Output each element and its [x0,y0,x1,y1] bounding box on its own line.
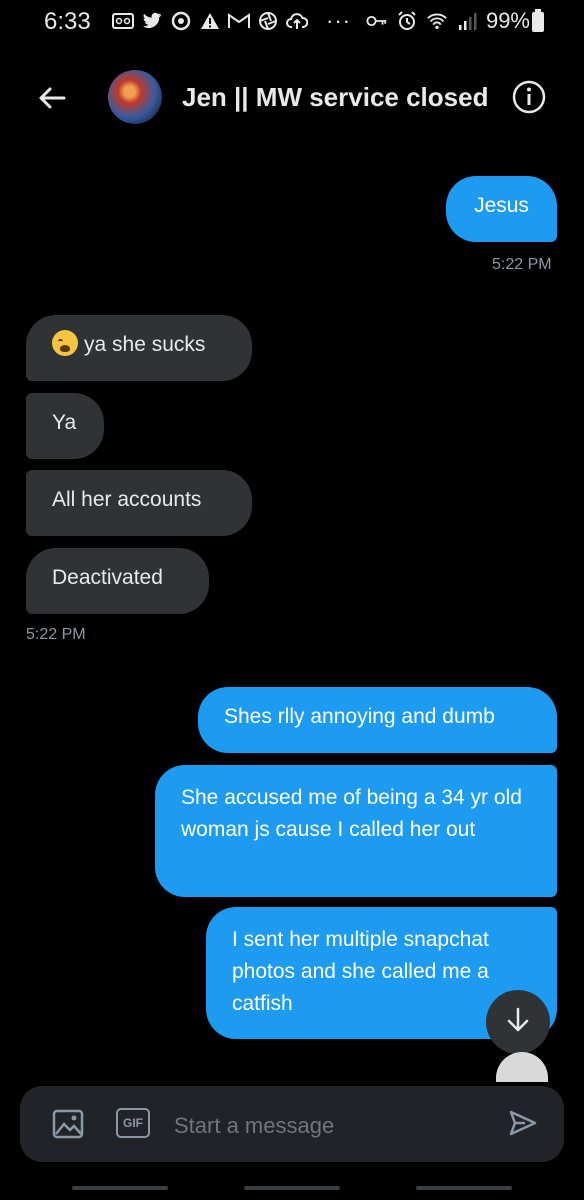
message-text: I sent her multiple snapchat photos and … [232,928,489,1015]
message-composer: GIF [20,1086,564,1162]
message-text: Deactivated [52,566,163,589]
conversation-title[interactable]: Jen || MW service closed [182,82,488,113]
message-bubble-outgoing[interactable]: Shes rlly annoying and dumb [198,687,557,753]
partial-avatar [496,1052,548,1082]
notification-icons [112,10,308,32]
more-notifications-icon: ··· [326,8,351,33]
message-text: She accused me of being a 34 yr old woma… [181,786,522,841]
message-bubble-incoming[interactable]: Ya [26,393,104,459]
message-text: Jesus [474,194,529,217]
message-text: ya she sucks [84,333,206,356]
wifi-icon [426,10,448,32]
gif-icon[interactable]: GIF [116,1108,150,1138]
alert-icon [199,10,221,32]
system-nav-bar [0,1180,584,1200]
nav-recents[interactable] [72,1186,168,1190]
alarm-icon [396,10,418,32]
status-time: 6:33 [44,8,91,35]
send-icon[interactable] [508,1108,540,1140]
message-text: All her accounts [52,488,202,511]
arrow-left-icon[interactable] [36,82,68,114]
battery-percent: 99% [485,8,530,33]
signal-icon [456,10,478,32]
message-bubble-incoming[interactable]: Deactivated [26,548,209,614]
voicemail-icon [112,10,134,32]
image-icon[interactable] [52,1108,84,1140]
scroll-to-bottom-button[interactable] [486,990,550,1054]
nav-back[interactable] [416,1186,512,1190]
message-timestamp: 5:22 PM [26,626,86,643]
nav-home[interactable] [244,1186,340,1190]
message-bubble-incoming[interactable]: ya she sucks [26,315,252,381]
message-bubble-incoming[interactable]: All her accounts [26,470,252,536]
key-icon [366,10,388,32]
message-input[interactable] [172,1106,486,1146]
message-timestamp: 5:22 PM [492,256,552,273]
upload-icon [286,10,308,32]
twitter-icon [141,10,163,32]
avatar[interactable] [108,70,162,124]
status-bar: 6:33 ··· 99% [0,0,584,44]
sync-icon [170,10,192,32]
gmail-icon [228,10,250,32]
battery-icon [532,9,544,32]
info-icon[interactable] [512,80,546,114]
message-bubble-outgoing[interactable]: Jesus [446,176,557,242]
message-text: Ya [52,411,77,434]
crying-face-emoji-icon [52,330,78,356]
message-text: Shes rlly annoying and dumb [224,705,495,728]
aperture-icon [257,10,279,32]
message-bubble-outgoing[interactable]: She accused me of being a 34 yr old woma… [155,765,557,897]
arrow-down-icon [504,1006,532,1039]
system-icons: 99% [366,8,530,34]
conversation-header: Jen || MW service closed [0,66,584,130]
